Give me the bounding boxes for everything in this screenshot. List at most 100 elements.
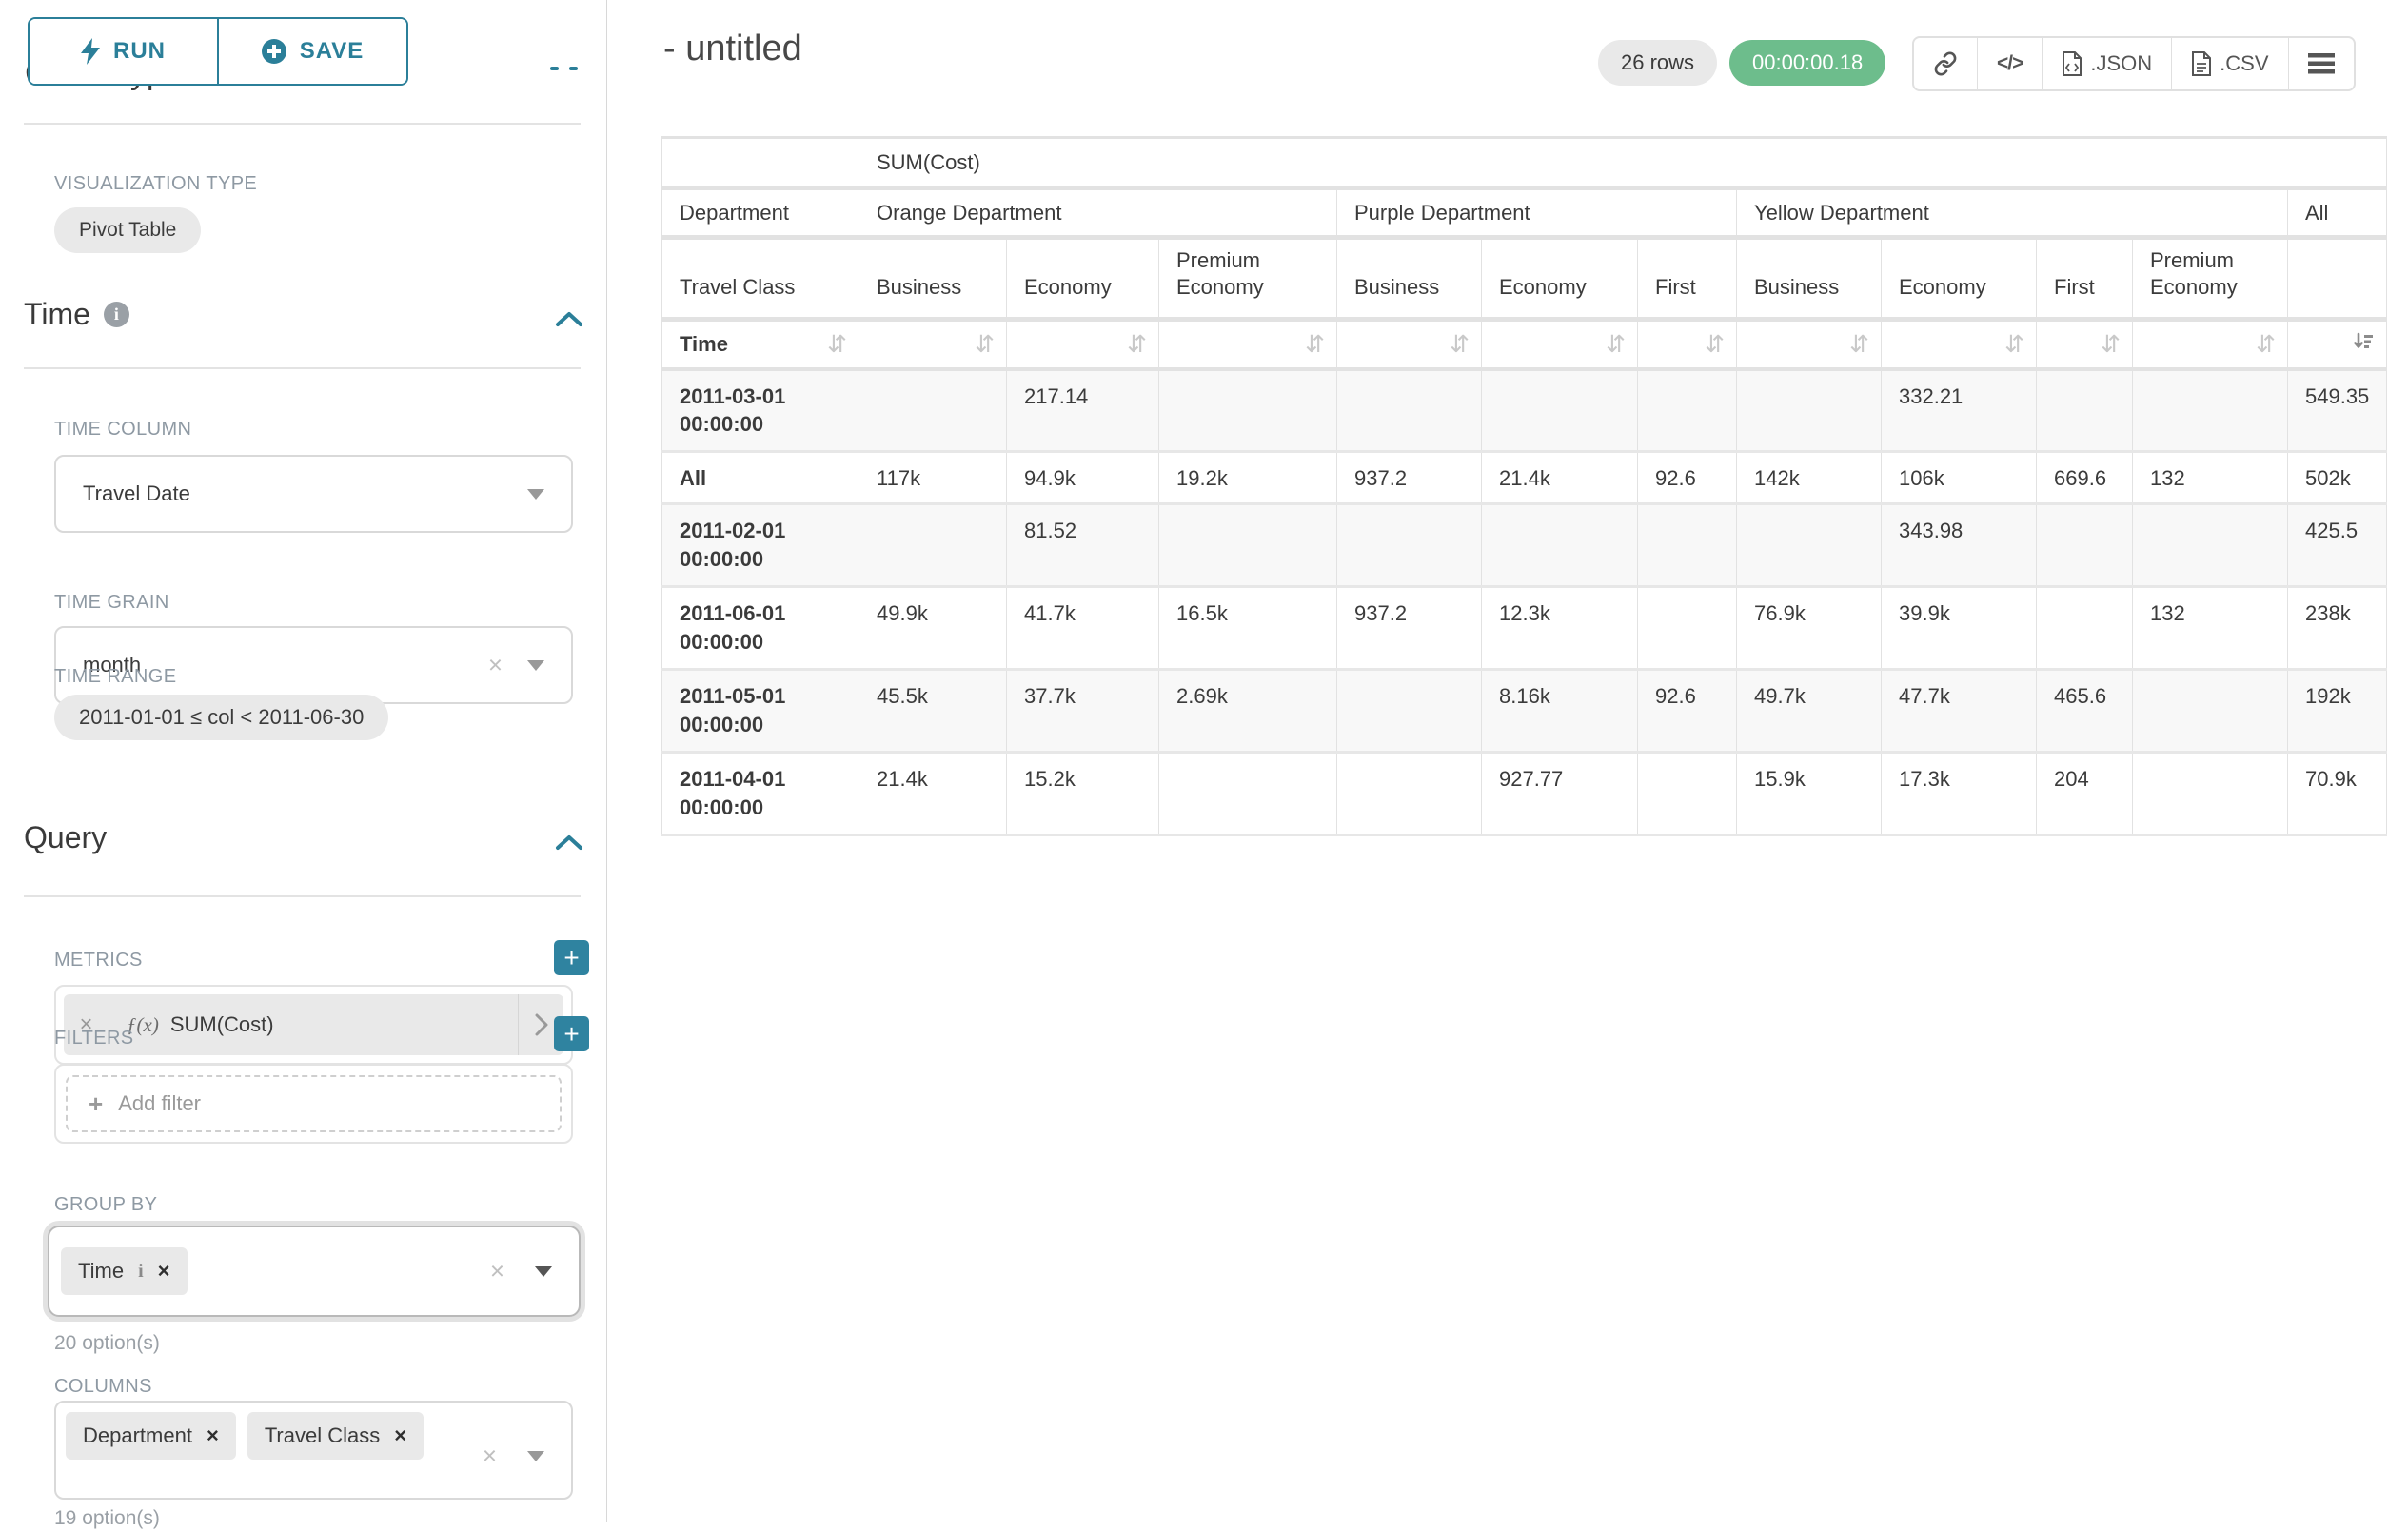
columns-select[interactable]: Department × Travel Class × × — [54, 1401, 573, 1500]
sort-cell[interactable]: ⇵ — [2037, 320, 2133, 369]
chart-area: - untitled 26 rows 00:00:00.18 </> .JSON… — [608, 0, 2408, 1522]
info-icon[interactable]: i — [104, 302, 129, 327]
time-column-value: Travel Date — [83, 481, 190, 506]
pivot-cell — [1638, 753, 1737, 835]
metric-label: ƒ(x) SUM(Cost) — [109, 1012, 518, 1037]
pivot-cell — [2037, 369, 2133, 452]
add-filter-button[interactable]: + Add filter — [66, 1075, 562, 1132]
pivot-cell: 21.4k — [859, 753, 1007, 835]
sort-icon[interactable]: ⇵ — [2256, 330, 2276, 358]
code-icon: </> — [1997, 52, 2023, 75]
pivot-cell: 37.7k — [1007, 670, 1159, 753]
lightning-icon — [81, 38, 100, 65]
chevron-down-icon — [527, 660, 544, 671]
more-options-button[interactable] — [2288, 38, 2354, 89]
viz-type-pill[interactable]: Pivot Table — [54, 207, 201, 253]
travel-class-cell: Economy — [1482, 238, 1638, 320]
sort-cell[interactable]: ⇵ — [1882, 320, 2037, 369]
pivot-cell — [2133, 753, 2288, 835]
collapse-time-chevron-up-icon[interactable] — [555, 310, 583, 329]
divider — [24, 123, 581, 125]
remove-tag-icon[interactable]: × — [394, 1423, 406, 1448]
csv-file-icon — [2191, 50, 2212, 77]
clear-icon[interactable]: × — [490, 1257, 504, 1286]
collapse-query-chevron-up-icon[interactable] — [555, 834, 583, 853]
add-filter-label: Add filter — [118, 1091, 201, 1116]
metric-pill[interactable]: × ƒ(x) SUM(Cost) — [64, 994, 563, 1055]
sort-icon[interactable]: ⇵ — [1849, 330, 1869, 358]
sort-icon[interactable]: ⇵ — [1606, 330, 1626, 358]
group-by-select[interactable]: Time i × × — [48, 1226, 581, 1317]
remove-tag-icon[interactable]: × — [207, 1423, 219, 1448]
table-row: 2011-05-01 00:00:0045.5k37.7k2.69k8.16k9… — [662, 670, 2387, 753]
export-csv-button[interactable]: .CSV — [2171, 38, 2287, 89]
pivot-cell: 132 — [2133, 452, 2288, 504]
time-grain-select[interactable]: month × — [54, 626, 573, 704]
sort-desc-active-icon[interactable] — [2352, 330, 2375, 359]
chevron-up-icon[interactable] — [569, 67, 578, 70]
pivot-cell: 937.2 — [1337, 452, 1482, 504]
sort-icon[interactable]: ⇵ — [2101, 330, 2121, 358]
time-range-pill[interactable]: 2011-01-01 ≤ col < 2011-06-30 — [54, 695, 388, 740]
sort-icon[interactable]: ⇵ — [1705, 330, 1725, 358]
table-row: 2011-02-01 00:00:0081.52343.98425.5 — [662, 504, 2387, 587]
info-icon[interactable]: i — [138, 1261, 144, 1283]
sort-icon[interactable]: ⇵ — [1450, 330, 1470, 358]
add-metric-button[interactable]: + — [554, 940, 589, 975]
share-link-button[interactable] — [1914, 38, 1977, 89]
pivot-cell: 8.16k — [1482, 670, 1638, 753]
row-dim-label-cell: Department — [662, 188, 859, 238]
travel-class-cell: Economy — [1007, 238, 1159, 320]
pivot-cell: 549.35 — [2288, 369, 2387, 452]
sort-cell[interactable]: ⇵ — [1337, 320, 1482, 369]
sort-icon[interactable]: ⇵ — [2004, 330, 2024, 358]
remove-tag-icon[interactable]: × — [158, 1259, 170, 1284]
time-sort-cell[interactable]: Time⇵ — [662, 320, 859, 369]
pivot-cell: 332.21 — [1882, 369, 2037, 452]
group-by-option-count: 20 option(s) — [54, 1332, 160, 1355]
pivot-cell — [2133, 670, 2288, 753]
pivot-cell: 49.9k — [859, 587, 1007, 670]
sort-cell[interactable]: ⇵ — [859, 320, 1007, 369]
pivot-cell — [1737, 504, 1882, 587]
department-group-cell: Orange Department — [859, 188, 1337, 238]
export-json-button[interactable]: .JSON — [2042, 38, 2171, 89]
sort-icon[interactable]: ⇵ — [827, 330, 847, 358]
sort-cell[interactable]: ⇵ — [1638, 320, 1737, 369]
run-button[interactable]: RUN — [30, 19, 219, 84]
group-by-tag-time: Time i × — [61, 1247, 188, 1295]
pivot-cell: 76.9k — [1737, 587, 1882, 670]
time-column-select[interactable]: Travel Date — [54, 455, 573, 533]
blank-corner-cell — [662, 138, 859, 188]
chevron-up-icon[interactable] — [550, 67, 559, 70]
sort-icon[interactable]: ⇵ — [1305, 330, 1325, 358]
sort-cell[interactable] — [2288, 320, 2387, 369]
csv-button-label: .CSV — [2220, 51, 2268, 76]
pivot-cell: 15.2k — [1007, 753, 1159, 835]
sort-icon[interactable]: ⇵ — [975, 330, 995, 358]
sort-cell[interactable]: ⇵ — [1482, 320, 1638, 369]
sort-cell[interactable]: ⇵ — [2133, 320, 2288, 369]
chevron-down-icon — [535, 1266, 552, 1277]
chart-title[interactable]: - untitled — [663, 29, 802, 69]
clear-icon[interactable]: × — [488, 651, 503, 680]
save-button-label: SAVE — [300, 38, 365, 65]
add-filter-plus-button[interactable]: + — [554, 1016, 589, 1051]
view-query-button[interactable]: </> — [1977, 38, 2042, 89]
sort-cell[interactable]: ⇵ — [1737, 320, 1882, 369]
pivot-cell — [1337, 504, 1482, 587]
pivot-cell — [1737, 369, 1882, 452]
row-label: All — [662, 452, 859, 504]
run-button-label: RUN — [113, 38, 166, 65]
columns-tag-department: Department × — [66, 1412, 236, 1460]
sort-icon[interactable]: ⇵ — [1127, 330, 1147, 358]
chevron-down-icon — [527, 1451, 544, 1461]
pivot-cell: 17.3k — [1882, 753, 2037, 835]
row-label: 2011-04-01 00:00:00 — [662, 753, 859, 835]
sort-cell[interactable]: ⇵ — [1159, 320, 1337, 369]
group-by-label: GROUP BY — [54, 1194, 157, 1216]
save-button[interactable]: SAVE — [219, 19, 406, 84]
travel-class-cell: Business — [859, 238, 1007, 320]
clear-icon[interactable]: × — [483, 1442, 497, 1471]
sort-cell[interactable]: ⇵ — [1007, 320, 1159, 369]
